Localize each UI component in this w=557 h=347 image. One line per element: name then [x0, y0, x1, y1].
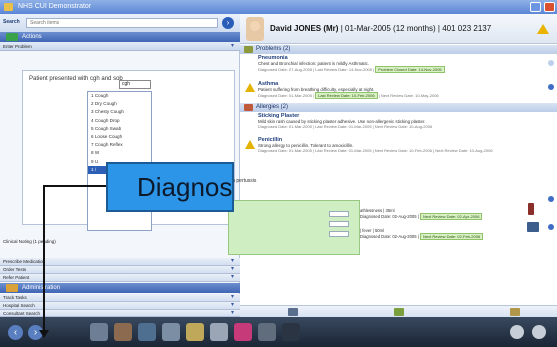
settings-icon[interactable] [510, 325, 524, 339]
collapse-arrow-icon[interactable]: ▾ [231, 42, 234, 51]
close-button[interactable] [544, 2, 555, 12]
callout-pointer-line [43, 185, 107, 187]
patient-name: David JONES (Mr) | 01-Mar-2005 (12 month… [270, 24, 492, 33]
enter-problem-header[interactable]: Enter Problem ▾ [0, 42, 240, 51]
problem-pneumonia[interactable]: Pneumonia Chest and Bronchial infection:… [258, 55, 548, 73]
search-input[interactable] [26, 18, 218, 28]
back-icon[interactable]: ‹ [8, 325, 23, 340]
medication-bottle-icon [528, 203, 534, 215]
chevron-down-icon: ▾ [230, 274, 234, 280]
allergies-icon [244, 104, 253, 111]
records-icon[interactable] [138, 323, 156, 341]
suggestion-item[interactable]: 4 Cough Drop [88, 117, 151, 125]
problem-asthma[interactable]: Asthma Patient suffering from breathing … [258, 81, 548, 99]
nav-refer-patient[interactable]: Refer Patient ▾ [0, 274, 240, 282]
title-bar: NHS CUI Demonstrator [0, 0, 557, 14]
window-title: NHS CUI Demonstrator [18, 3, 92, 10]
suggestion-item[interactable]: 2 Dry Cough [88, 100, 151, 108]
chevron-down-icon: ▾ [230, 302, 234, 308]
search-bar: Search › [0, 14, 240, 32]
chevron-down-icon: ▾ [230, 310, 234, 316]
allergy-sticking-plaster[interactable]: Sticking Plaster Mild skin rash caused b… [258, 113, 548, 129]
clinical-noting-label[interactable]: Clinical Noting (1 pending) [3, 239, 56, 244]
problem-warning-icon [245, 83, 255, 92]
autocomplete-query[interactable]: cgh [119, 80, 151, 89]
person-icon[interactable] [510, 308, 520, 316]
dropdown-field[interactable] [329, 231, 349, 237]
minimize-button[interactable] [530, 2, 541, 12]
enter-problem-label: Enter Problem [3, 44, 32, 49]
callout-arrow-icon [39, 330, 49, 338]
nav-hospital-search[interactable]: Hospital Search ▾ [0, 302, 240, 310]
problem-entry-text: Patient presented with cgh and sob [29, 76, 123, 82]
callout-pointer-line [43, 185, 45, 335]
chevron-down-icon: ▾ [230, 266, 234, 272]
medication-line[interactable]: | fever | 50ml Diagnosed Date: 02-Aug-20… [360, 228, 484, 240]
administration-icon [6, 284, 18, 292]
problems-icon [244, 46, 253, 53]
keyboard-icon[interactable] [288, 308, 298, 316]
suggestion-item[interactable]: 1 Cough [88, 92, 151, 100]
medical-bag-icon[interactable] [282, 323, 300, 341]
notes-icon[interactable] [394, 308, 404, 316]
search-label: Search [3, 19, 20, 25]
suggestion-item[interactable]: 6 Loose Cough [88, 133, 151, 141]
actions-header[interactable]: Actions [0, 32, 240, 42]
suggestion-item[interactable]: 8 W [88, 149, 151, 157]
app-icon [4, 3, 13, 11]
warning-icon[interactable] [537, 24, 549, 34]
suggestion-item[interactable]: 5 Cough Swab [88, 125, 151, 133]
actions-title: Actions [22, 34, 42, 40]
injection-icon[interactable] [234, 323, 252, 341]
dropdown-field[interactable] [329, 211, 349, 217]
popup-title: lla pertussis [230, 178, 257, 184]
patient-avatar [246, 17, 264, 41]
calendar-icon[interactable] [527, 222, 539, 232]
problems-header[interactable]: Problems (2) [240, 45, 557, 54]
diagnosis-callout: Diagnos [106, 162, 234, 212]
administration-header[interactable]: Administration [0, 283, 240, 293]
chevron-down-icon: ▾ [230, 258, 234, 264]
chevron-down-icon: ▾ [230, 294, 234, 300]
help-icon[interactable] [548, 196, 554, 202]
medication-popup[interactable] [228, 200, 360, 255]
scalpel-icon[interactable] [210, 323, 228, 341]
help-icon[interactable] [548, 224, 554, 230]
nav-consultant-search[interactable]: Consultant Search ▾ [0, 310, 240, 317]
allergy-warning-icon [245, 140, 255, 149]
taskbar: ‹ › [0, 317, 557, 347]
power-icon[interactable] [532, 325, 546, 339]
administration-title: Administration [22, 285, 61, 291]
allergies-header[interactable]: Allergies (2) [240, 103, 557, 112]
closed-date-tag: Problem Closed Date: 14-Nov-2005 [375, 66, 445, 73]
stethoscope-icon[interactable] [90, 323, 108, 341]
last-review-tag: Last Review Date: 10-Feb-2006 [315, 92, 378, 99]
dropdown-field[interactable] [329, 221, 349, 227]
patient-banner: David JONES (Mr) | 01-Mar-2005 (12 month… [240, 14, 557, 44]
search-go-icon[interactable]: › [222, 17, 234, 29]
help-icon[interactable] [548, 60, 554, 66]
nav-track-tasks[interactable]: Track Tasks ▾ [0, 294, 240, 302]
scissors-icon[interactable] [258, 323, 276, 341]
actions-icon [6, 33, 18, 41]
suggestion-item[interactable]: 3 Chesty Cough [88, 108, 151, 116]
help-icon[interactable] [548, 84, 554, 90]
pill-icon[interactable] [186, 323, 204, 341]
nav-prescribe-medication[interactable]: Prescribe Medication ▾ [0, 258, 240, 266]
chart-icon[interactable] [162, 323, 180, 341]
allergy-penicillin[interactable]: Penicillin Strong allergy to penicillin.… [258, 137, 548, 153]
person-icon[interactable] [114, 323, 132, 341]
suggestion-item[interactable]: 7 Cough Reflex [88, 141, 151, 149]
bottom-toolbar [240, 305, 557, 317]
nav-order-tests[interactable]: Order Tests ▾ [0, 266, 240, 274]
medication-line[interactable]: athlessness | 35ml Diagnosed Date: 02-Au… [360, 208, 483, 220]
